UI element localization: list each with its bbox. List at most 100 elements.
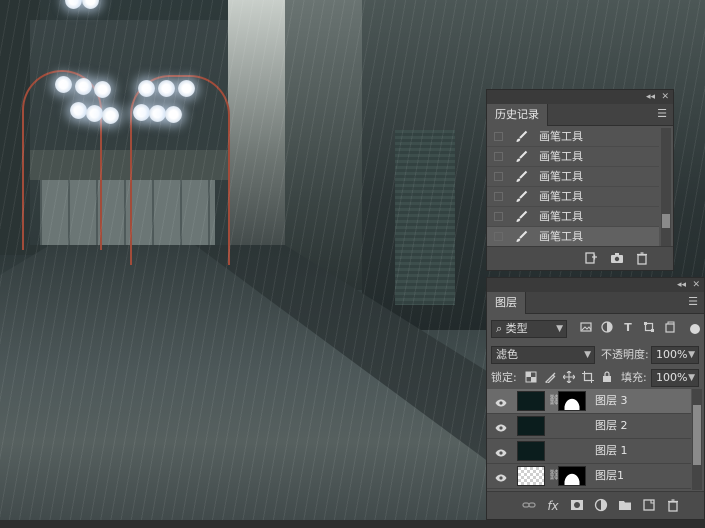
history-item[interactable]: 画笔工具 [487, 127, 659, 147]
brush-tool-icon [514, 210, 528, 224]
fx-icon[interactable]: fx [545, 498, 561, 514]
tab-history[interactable]: 历史记录 [487, 104, 548, 126]
opacity-label: 不透明度: [601, 348, 649, 361]
history-item[interactable]: 画笔工具 [487, 187, 659, 207]
opacity-input[interactable]: 100% ▼ [651, 346, 699, 364]
layer-thumbnail[interactable] [517, 416, 545, 436]
history-panel-tabs: 历史记录 ☰ [487, 104, 673, 126]
layer-row[interactable]: ⛓ 图层 3 [487, 389, 691, 414]
lock-artboard-icon[interactable] [581, 371, 595, 385]
scrollbar-thumb[interactable] [662, 214, 670, 228]
eye-visibility-icon[interactable] [495, 397, 507, 407]
history-item-label: 画笔工具 [539, 230, 583, 243]
layer-filter-value: 类型 [505, 322, 528, 335]
layer-row[interactable]: ⛓ 图层1 [487, 464, 691, 489]
layer-row[interactable]: 图层 1 [487, 439, 691, 464]
history-item[interactable]: 画笔工具 [487, 207, 659, 227]
shape-layer-filter-icon[interactable] [642, 321, 656, 335]
lock-transparent-pixels-icon[interactable] [524, 371, 538, 385]
history-panel-topbar[interactable]: ◂◂ ✕ [487, 90, 673, 104]
layer-mask-thumbnail[interactable] [558, 466, 586, 486]
lock-label: 锁定: [491, 371, 517, 384]
history-item-label: 画笔工具 [539, 150, 583, 163]
lock-image-pixels-icon[interactable] [543, 371, 557, 385]
collapse-panel-icon[interactable]: ◂◂ [646, 90, 655, 104]
layer-filter-select[interactable]: ⌕ 类型 ▼ [491, 320, 567, 338]
history-item[interactable]: 画笔工具 [487, 227, 659, 247]
smart-object-filter-icon[interactable] [663, 321, 677, 335]
layer-name: 图层 2 [595, 419, 628, 432]
blend-row: 滤色 ▼ 不透明度: 100% ▼ [487, 343, 704, 367]
lock-all-icon[interactable] [600, 371, 614, 385]
layers-panel-topbar[interactable]: ◂◂ ✕ [487, 278, 704, 292]
eye-visibility-icon[interactable] [495, 472, 507, 482]
layer-mask-thumbnail[interactable] [558, 391, 586, 411]
chain-link-icon[interactable]: ⛓ [548, 469, 561, 483]
camera-snapshot-icon[interactable] [609, 251, 625, 267]
trash-icon[interactable] [665, 498, 681, 514]
brush-tool-icon [514, 230, 528, 244]
lock-row: 锁定: 填充: 100% ▼ [487, 366, 704, 390]
chain-link-icon[interactable]: ⛓ [548, 394, 561, 408]
history-state-checkbox[interactable] [494, 132, 503, 141]
close-panel-icon[interactable]: ✕ [692, 278, 700, 292]
type-layer-filter-icon[interactable]: T [621, 321, 635, 335]
history-footer [487, 246, 673, 270]
layer-thumbnail[interactable] [517, 391, 545, 411]
history-item[interactable]: 画笔工具 [487, 147, 659, 167]
eye-visibility-icon[interactable] [495, 447, 507, 457]
brush-tool-icon [514, 150, 528, 164]
layers-panel: ◂◂ ✕ 图层 ☰ ⌕ 类型 ▼ T 滤色 ▼ 不透明度: 100% ▼ 锁定:… [486, 277, 705, 520]
layer-filter-row: ⌕ 类型 ▼ T [487, 318, 704, 342]
close-panel-icon[interactable]: ✕ [661, 90, 669, 104]
lock-position-icon[interactable] [562, 370, 576, 385]
history-item-label: 画笔工具 [539, 210, 583, 223]
layers-scrollbar[interactable] [692, 389, 702, 490]
history-item-label: 画笔工具 [539, 190, 583, 203]
brush-tool-icon [514, 130, 528, 144]
link-layers-icon[interactable] [521, 498, 537, 514]
layers-panel-tabs: 图层 ☰ [487, 292, 704, 314]
brush-tool-icon [514, 190, 528, 204]
history-state-checkbox[interactable] [494, 212, 503, 221]
eye-visibility-icon[interactable] [495, 422, 507, 432]
chevron-down-icon: ▼ [688, 350, 695, 360]
fill-label: 填充: [621, 371, 647, 384]
chevron-down-icon: ▼ [584, 350, 591, 360]
history-list: 画笔工具 画笔工具 画笔工具 画笔工具 画笔工具 画笔工具 [487, 127, 659, 247]
layer-name: 图层1 [595, 469, 624, 482]
fill-input[interactable]: 100% ▼ [651, 369, 699, 387]
add-mask-icon[interactable] [569, 498, 585, 514]
adjustment-layer-icon[interactable] [593, 498, 609, 514]
layer-thumbnail[interactable] [517, 466, 545, 486]
tab-layers[interactable]: 图层 [487, 292, 526, 314]
history-item-label: 画笔工具 [539, 130, 583, 143]
history-state-checkbox[interactable] [494, 192, 503, 201]
blend-mode-select[interactable]: 滤色 ▼ [491, 346, 595, 364]
layer-row[interactable]: 图层 2 [487, 414, 691, 439]
panel-menu-icon[interactable]: ☰ [657, 108, 667, 120]
fill-value: 100% [656, 371, 688, 384]
collapse-panel-icon[interactable]: ◂◂ [677, 278, 686, 292]
new-layer-icon[interactable] [641, 498, 657, 514]
scrollbar-thumb[interactable] [693, 405, 701, 465]
pixel-layer-filter-icon[interactable] [579, 321, 593, 335]
new-group-icon[interactable] [617, 498, 633, 514]
new-document-from-state-icon[interactable] [583, 251, 599, 267]
history-item[interactable]: 画笔工具 [487, 167, 659, 187]
panel-menu-icon[interactable]: ☰ [688, 296, 698, 308]
layer-name: 图层 3 [595, 394, 628, 407]
history-item-label: 画笔工具 [539, 170, 583, 183]
window-bottom-edge [0, 520, 705, 528]
filter-toggle[interactable] [690, 324, 700, 334]
history-state-checkbox[interactable] [494, 172, 503, 181]
opacity-value: 100% [656, 348, 688, 361]
history-state-checkbox[interactable] [494, 152, 503, 161]
layer-thumbnail[interactable] [517, 441, 545, 461]
search-icon: ⌕ [496, 322, 503, 335]
history-state-checkbox[interactable] [494, 232, 503, 241]
adjustment-layer-filter-icon[interactable] [600, 321, 614, 335]
trash-icon[interactable] [634, 251, 650, 267]
blend-mode-value: 滤色 [496, 348, 518, 361]
history-scrollbar[interactable] [661, 128, 671, 246]
